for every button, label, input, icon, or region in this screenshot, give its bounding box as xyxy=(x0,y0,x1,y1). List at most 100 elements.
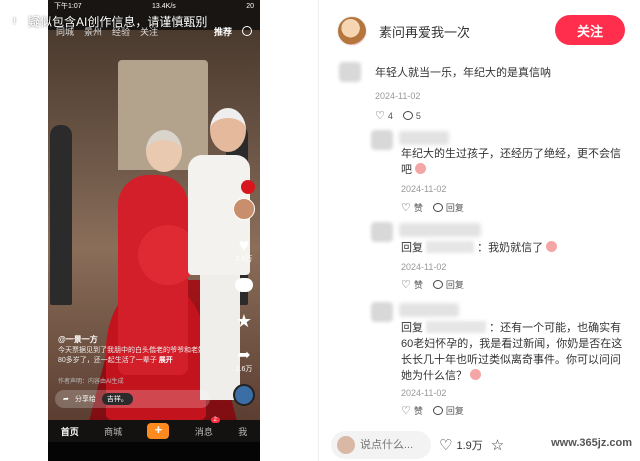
music-disc[interactable] xyxy=(229,384,259,406)
comment-input-box[interactable] xyxy=(331,430,431,459)
comment-date: 2024-11-02 xyxy=(401,262,447,272)
share-icon: ➦ xyxy=(63,396,69,403)
groom-head xyxy=(210,108,246,152)
video-author[interactable]: @一景一方 xyxy=(58,334,98,345)
comment-bubble-icon xyxy=(235,278,253,292)
comment-date: 2024-11-02 xyxy=(401,184,447,194)
tab-nearby[interactable]: 同城 xyxy=(56,25,74,38)
bride-head xyxy=(146,130,182,172)
comment-reply-label: 回复 xyxy=(445,280,464,290)
share-to-bar[interactable]: ➦ 分享给 吉祥。 xyxy=(55,390,210,408)
comment-reply-button[interactable]: 回复 xyxy=(432,201,464,214)
commenter-avatar[interactable] xyxy=(371,302,393,322)
comment-like-label: 赞 xyxy=(413,203,423,213)
message-badge: 2 xyxy=(210,416,220,423)
comments-panel: 素问再爱我一次 关注 年轻人就当一乐，年纪大的是真信呐 2024-11-02 ♡… xyxy=(318,0,640,461)
heart-icon: ♥ xyxy=(238,235,250,255)
heart-icon: ♡ xyxy=(401,202,411,214)
creator-avatar-image xyxy=(233,198,255,220)
watermark-text: www.365jz.com xyxy=(551,437,632,449)
system-nav-bar xyxy=(48,442,260,461)
post-like-button[interactable]: ♡ 1.9万 xyxy=(439,436,483,454)
comment-reply-button[interactable]: 5 xyxy=(402,110,421,121)
guest-figure xyxy=(50,125,72,305)
tab-city[interactable]: 景州 xyxy=(84,25,102,38)
share-target[interactable]: 吉祥。 xyxy=(101,393,133,405)
comment-like-label: 赞 xyxy=(413,406,423,416)
comment-like-button[interactable]: ♡ 赞 xyxy=(401,201,423,214)
heart-icon: ♡ xyxy=(439,436,453,454)
commenter-avatar[interactable] xyxy=(339,62,361,82)
comment-reply-button[interactable]: 回复 xyxy=(432,278,464,291)
tab-following[interactable]: 关注 xyxy=(140,25,158,38)
avatar[interactable] xyxy=(337,16,367,46)
star-icon: ☆ xyxy=(490,436,505,454)
comment-like-label: 赞 xyxy=(413,280,423,290)
post-like-count: 1.9万 xyxy=(456,439,483,452)
follow-button[interactable]: 关注 xyxy=(555,15,625,45)
caption-expand[interactable]: 展开 xyxy=(159,357,173,364)
tab-me[interactable]: 我 xyxy=(238,425,247,438)
tab-mall[interactable]: 商城 xyxy=(104,425,122,438)
share-button[interactable]: ➦ 2.6万 xyxy=(229,348,259,374)
like-button[interactable]: ♥ 3.5万 xyxy=(229,236,259,264)
share-to-label: 分享给 xyxy=(74,396,96,403)
reply-prefix: 回复 xyxy=(401,242,423,254)
star-icon: ★ xyxy=(235,311,253,331)
comment-text: 回复 ：我奶就信了 xyxy=(401,240,631,256)
create-plus-button[interactable]: + xyxy=(147,423,170,439)
chat-bubble-icon xyxy=(402,111,413,120)
commenter-avatar[interactable] xyxy=(371,130,393,150)
info-icon: ! xyxy=(8,14,21,28)
comment-date: 2024-11-02 xyxy=(401,388,447,398)
comment-button[interactable] xyxy=(229,278,259,292)
comment-reply-button[interactable]: 回复 xyxy=(432,404,464,417)
favorite-button[interactable]: ★ xyxy=(229,312,259,330)
reply-prefix: 回复 xyxy=(401,322,423,334)
heart-icon: ♡ xyxy=(401,405,411,417)
tab-messages[interactable]: 消息 2 xyxy=(194,416,220,438)
status-battery: 20 xyxy=(246,2,254,10)
tab-home[interactable]: 首页 xyxy=(61,425,79,438)
comment-text-content: ：我奶就信了 xyxy=(477,242,544,254)
tab-experience[interactable]: 经验 xyxy=(112,25,130,38)
comment-text: 回复 ：还有一个可能，也确实有60老妇怀孕的，我是看过新闻，你奶是否在这长长几十… xyxy=(401,320,631,384)
comment-text: 年纪大的生过孩子，还经历了绝经，更不会信吧 xyxy=(401,146,631,178)
creator-avatar[interactable] xyxy=(229,198,259,220)
heart-icon: ♡ xyxy=(375,110,385,122)
username[interactable]: 素问再爱我一次 xyxy=(379,22,470,41)
tab-recommend[interactable]: 推荐 xyxy=(214,25,232,38)
caption-text: 今天票据见到了我朋中的白头偕老的爷爷和老奶奶 80多岁了，还一起生活了一辈子 xyxy=(58,347,212,364)
post-header: 素问再爱我一次 关注 xyxy=(319,0,640,62)
comment-reply-count: 5 xyxy=(415,110,421,121)
tab-messages-label: 消息 xyxy=(194,426,213,437)
video-top-nav: 同城 景州 经验 关注 推荐 xyxy=(48,22,260,40)
share-arrow-icon: ➦ xyxy=(237,347,251,364)
music-disc-icon xyxy=(233,384,255,406)
comment-like-count: 4 xyxy=(387,110,393,121)
commenter-name[interactable] xyxy=(399,303,459,317)
ai-source-tag: 作者声明：内容由AI生成 xyxy=(58,379,124,385)
comment-reply-label: 回复 xyxy=(445,203,464,213)
comment-input[interactable] xyxy=(360,438,425,451)
chat-bubble-icon xyxy=(432,203,443,212)
reply-target-name[interactable] xyxy=(426,241,475,253)
commenter-name[interactable] xyxy=(399,131,449,145)
commenter-name[interactable] xyxy=(399,223,481,237)
search-icon[interactable] xyxy=(242,26,252,36)
corsage-flower xyxy=(241,180,255,194)
reply-target-name[interactable] xyxy=(426,321,487,333)
comment-like-button[interactable]: ♡ 赞 xyxy=(401,404,423,417)
comment-text: 年轻人就当一乐，年纪大的是真信呐 xyxy=(375,67,551,79)
chat-bubble-icon xyxy=(432,280,443,289)
avatar xyxy=(337,435,355,454)
like-count: 3.5万 xyxy=(235,256,253,263)
commenter-avatar[interactable] xyxy=(371,222,393,242)
comment-date: 2024-11-02 xyxy=(375,91,421,101)
comment-like-button[interactable]: ♡ 4 xyxy=(375,109,393,122)
video-panel: 下午1:07 13.4K/s 20 ! 疑似包含AI创作信息，请谨慎甄别 同城 … xyxy=(0,0,318,461)
bottom-tab-bar: 首页 商城 + 消息 2 我 xyxy=(48,416,260,442)
post-favorite-button[interactable]: ☆ xyxy=(491,436,504,454)
comment-like-button[interactable]: ♡ 赞 xyxy=(401,278,423,291)
chat-bubble-icon xyxy=(432,406,443,415)
